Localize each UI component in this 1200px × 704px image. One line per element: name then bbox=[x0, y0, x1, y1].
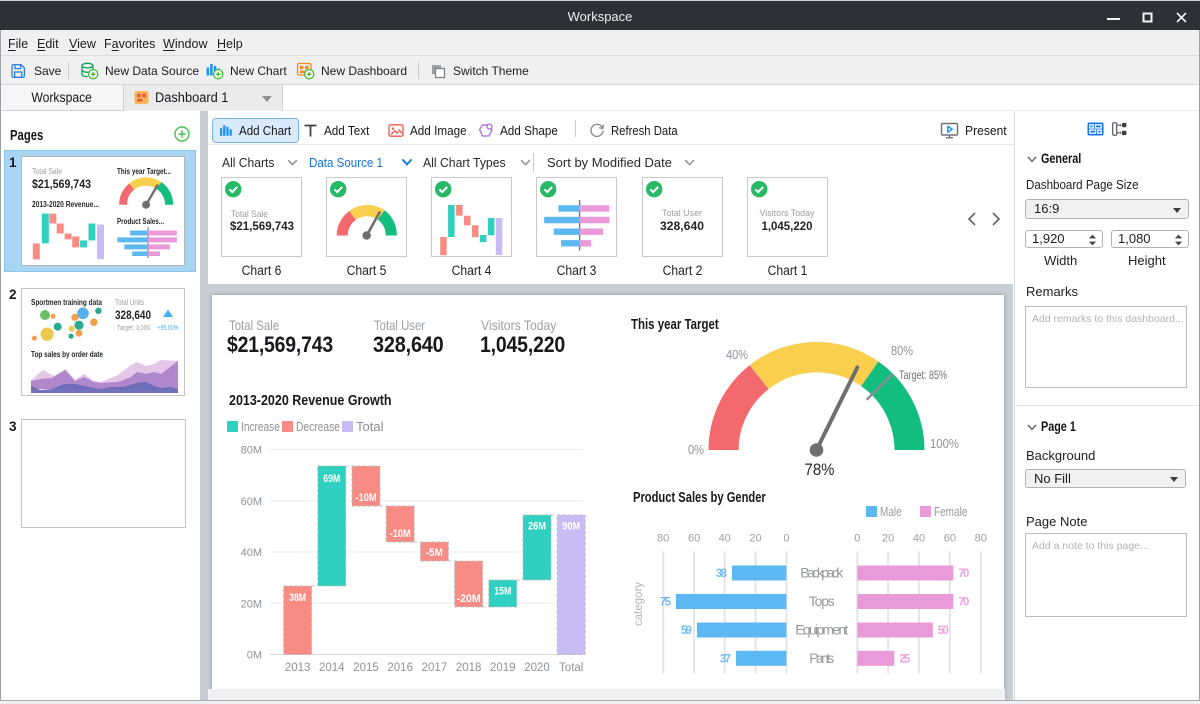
svg-text:2013: 2013 bbox=[285, 662, 311, 674]
svg-text:0M: 0M bbox=[247, 650, 262, 662]
svg-text:Equipment: Equipment bbox=[795, 622, 848, 638]
svg-text:70: 70 bbox=[958, 568, 969, 580]
svg-text:-5M: -5M bbox=[426, 547, 443, 559]
svg-text:60: 60 bbox=[944, 533, 956, 545]
svg-text:80: 80 bbox=[657, 533, 669, 545]
svg-text:$21,569,743: $21,569,743 bbox=[230, 221, 294, 233]
svg-text:15M: 15M bbox=[494, 586, 511, 598]
svg-text:2014: 2014 bbox=[319, 662, 345, 674]
svg-text:2017: 2017 bbox=[422, 662, 448, 674]
svg-text:2015: 2015 bbox=[353, 662, 379, 674]
svg-text:20: 20 bbox=[882, 533, 894, 545]
svg-text:25: 25 bbox=[899, 653, 911, 665]
svg-text:40: 40 bbox=[719, 533, 731, 545]
svg-text:+95.00%: +95.00% bbox=[158, 325, 179, 332]
svg-text:80%: 80% bbox=[891, 343, 913, 358]
svg-text:-10M: -10M bbox=[356, 492, 377, 504]
svg-text:40: 40 bbox=[913, 533, 925, 545]
svg-text:75: 75 bbox=[660, 597, 672, 609]
svg-text:2013-2020 Revenue...: 2013-2020 Revenue... bbox=[32, 200, 99, 209]
svg-text:37: 37 bbox=[720, 653, 731, 665]
svg-text:2020: 2020 bbox=[524, 662, 550, 674]
svg-text:-10M: -10M bbox=[390, 528, 411, 540]
svg-text:20: 20 bbox=[749, 533, 761, 545]
svg-text:2016: 2016 bbox=[387, 662, 413, 674]
svg-text:2018: 2018 bbox=[456, 662, 482, 674]
svg-text:Target: 3,000: Target: 3,000 bbox=[117, 325, 150, 332]
svg-text:90M: 90M bbox=[562, 521, 580, 533]
svg-text:category: category bbox=[631, 582, 645, 626]
svg-text:40M: 40M bbox=[241, 547, 262, 559]
svg-text:Product Sales...: Product Sales... bbox=[117, 217, 164, 226]
svg-text:2019: 2019 bbox=[490, 662, 516, 674]
svg-text:Total Sale: Total Sale bbox=[32, 167, 62, 176]
svg-text:70: 70 bbox=[958, 597, 969, 609]
svg-text:Visitors Today: Visitors Today bbox=[760, 208, 815, 219]
svg-text:38: 38 bbox=[716, 568, 728, 580]
svg-text:Top sales by order date: Top sales by order date bbox=[31, 350, 103, 359]
svg-text:0%: 0% bbox=[688, 442, 704, 457]
svg-text:80: 80 bbox=[975, 533, 987, 545]
svg-text:0: 0 bbox=[783, 533, 789, 545]
svg-text:69M: 69M bbox=[323, 473, 340, 485]
svg-text:Sportmen training data: Sportmen training data bbox=[31, 298, 102, 307]
svg-text:26M: 26M bbox=[528, 521, 546, 533]
svg-text:80M: 80M bbox=[241, 445, 262, 457]
svg-text:60M: 60M bbox=[241, 496, 262, 508]
svg-text:0: 0 bbox=[854, 533, 860, 545]
svg-text:Total Units: Total Units bbox=[115, 298, 144, 307]
svg-text:1,045,220: 1,045,220 bbox=[762, 221, 813, 233]
svg-text:Target: 85%: Target: 85% bbox=[899, 368, 947, 382]
svg-text:40%: 40% bbox=[726, 347, 748, 362]
svg-text:Pants: Pants bbox=[809, 650, 834, 666]
svg-text:$21,569,743: $21,569,743 bbox=[32, 177, 91, 191]
svg-text:Total User: Total User bbox=[662, 208, 702, 219]
svg-text:-20M: -20M bbox=[457, 593, 481, 605]
svg-text:20M: 20M bbox=[241, 598, 262, 610]
svg-text:78%: 78% bbox=[805, 460, 835, 479]
svg-text:328,640: 328,640 bbox=[660, 221, 704, 233]
svg-text:328,640: 328,640 bbox=[115, 308, 151, 322]
svg-text:This year Target...: This year Target... bbox=[117, 167, 171, 176]
svg-text:60: 60 bbox=[688, 533, 700, 545]
svg-text:Backpack: Backpack bbox=[800, 565, 844, 581]
svg-text:Total: Total bbox=[559, 662, 583, 674]
svg-text:50: 50 bbox=[938, 625, 949, 637]
svg-text:59: 59 bbox=[681, 625, 692, 637]
svg-text:100%: 100% bbox=[930, 436, 959, 451]
svg-text:38M: 38M bbox=[289, 592, 306, 604]
svg-text:Total Sale: Total Sale bbox=[231, 209, 268, 220]
svg-text:Tops: Tops bbox=[809, 593, 835, 609]
